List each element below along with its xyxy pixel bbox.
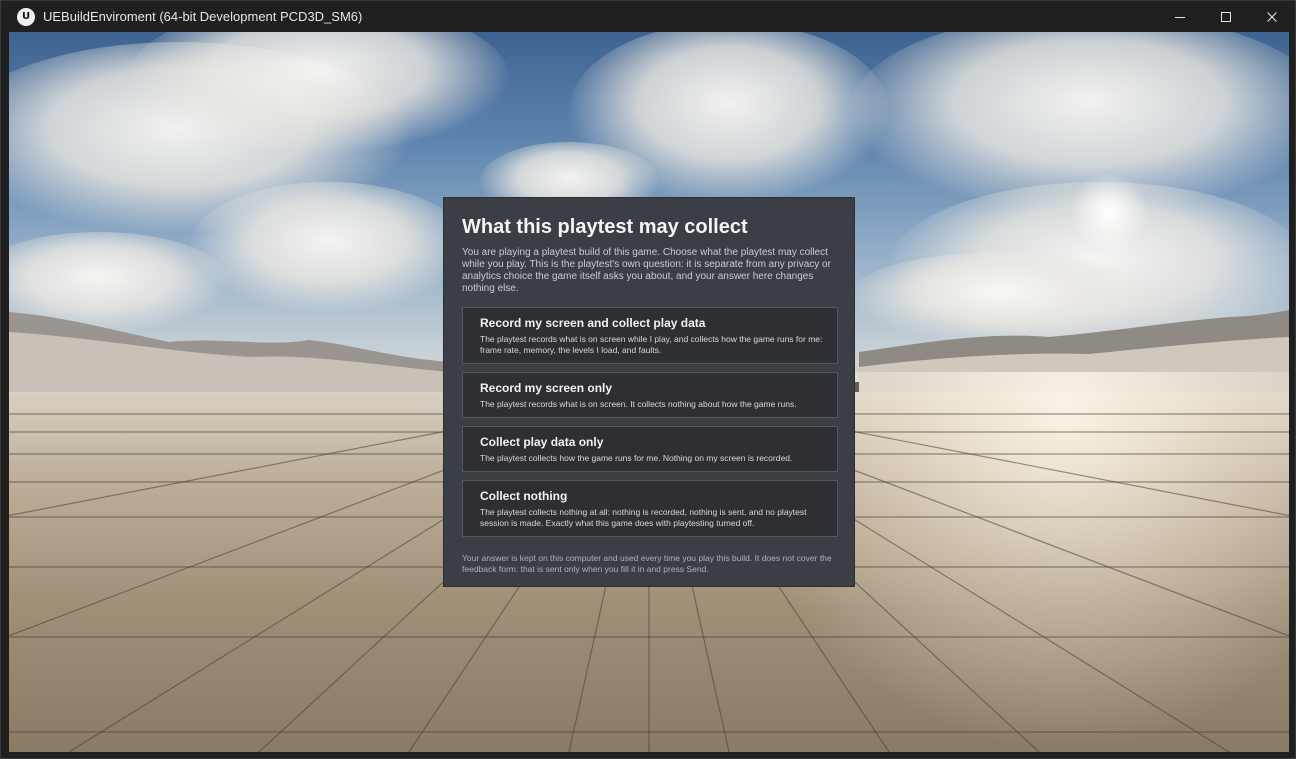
logo-glyph: U <box>21 11 31 22</box>
playtest-consent-dialog: What this playtest may collect You are p… <box>443 197 855 587</box>
title-bar[interactable]: U UEBuildEnviroment (64-bit Development … <box>1 1 1295 32</box>
option-title: Collect play data only <box>480 435 604 449</box>
dialog-footer-note: Your answer is kept on this computer and… <box>462 553 832 574</box>
option-description: The playtest collects nothing at all: no… <box>480 507 807 528</box>
dialog-title: What this playtest may collect <box>462 216 748 238</box>
option-record-screen-and-play-data[interactable]: Record my screen and collect play data T… <box>462 307 838 364</box>
minimize-button[interactable] <box>1157 1 1203 32</box>
close-button[interactable] <box>1249 1 1295 32</box>
game-viewport[interactable]: What this playtest may collect You are p… <box>9 32 1289 752</box>
option-collect-nothing[interactable]: Collect nothing The playtest collects no… <box>462 480 838 537</box>
option-title: Record my screen only <box>480 381 613 395</box>
maximize-icon <box>1221 11 1231 22</box>
dialog-intro: You are playing a playtest build of this… <box>462 247 831 294</box>
option-title: Record my screen and collect play data <box>480 316 706 330</box>
option-play-data-only[interactable]: Collect play data only The playtest coll… <box>462 426 838 472</box>
sun <box>1069 172 1149 252</box>
maximize-button[interactable] <box>1203 1 1249 32</box>
option-description: The playtest collects how the game runs … <box>480 453 793 463</box>
option-description: The playtest records what is on screen w… <box>480 334 823 355</box>
option-description: The playtest records what is on screen. … <box>480 399 797 409</box>
window-title: UEBuildEnviroment (64-bit Development PC… <box>43 9 363 24</box>
minimize-icon <box>1175 16 1185 18</box>
unreal-logo-icon: U <box>17 7 35 26</box>
window-controls <box>1157 1 1295 32</box>
app-window: U UEBuildEnviroment (64-bit Development … <box>0 0 1296 759</box>
close-icon <box>1267 11 1277 22</box>
cloud <box>189 182 469 312</box>
option-record-screen-only[interactable]: Record my screen only The playtest recor… <box>462 372 838 418</box>
option-title: Collect nothing <box>480 489 568 503</box>
